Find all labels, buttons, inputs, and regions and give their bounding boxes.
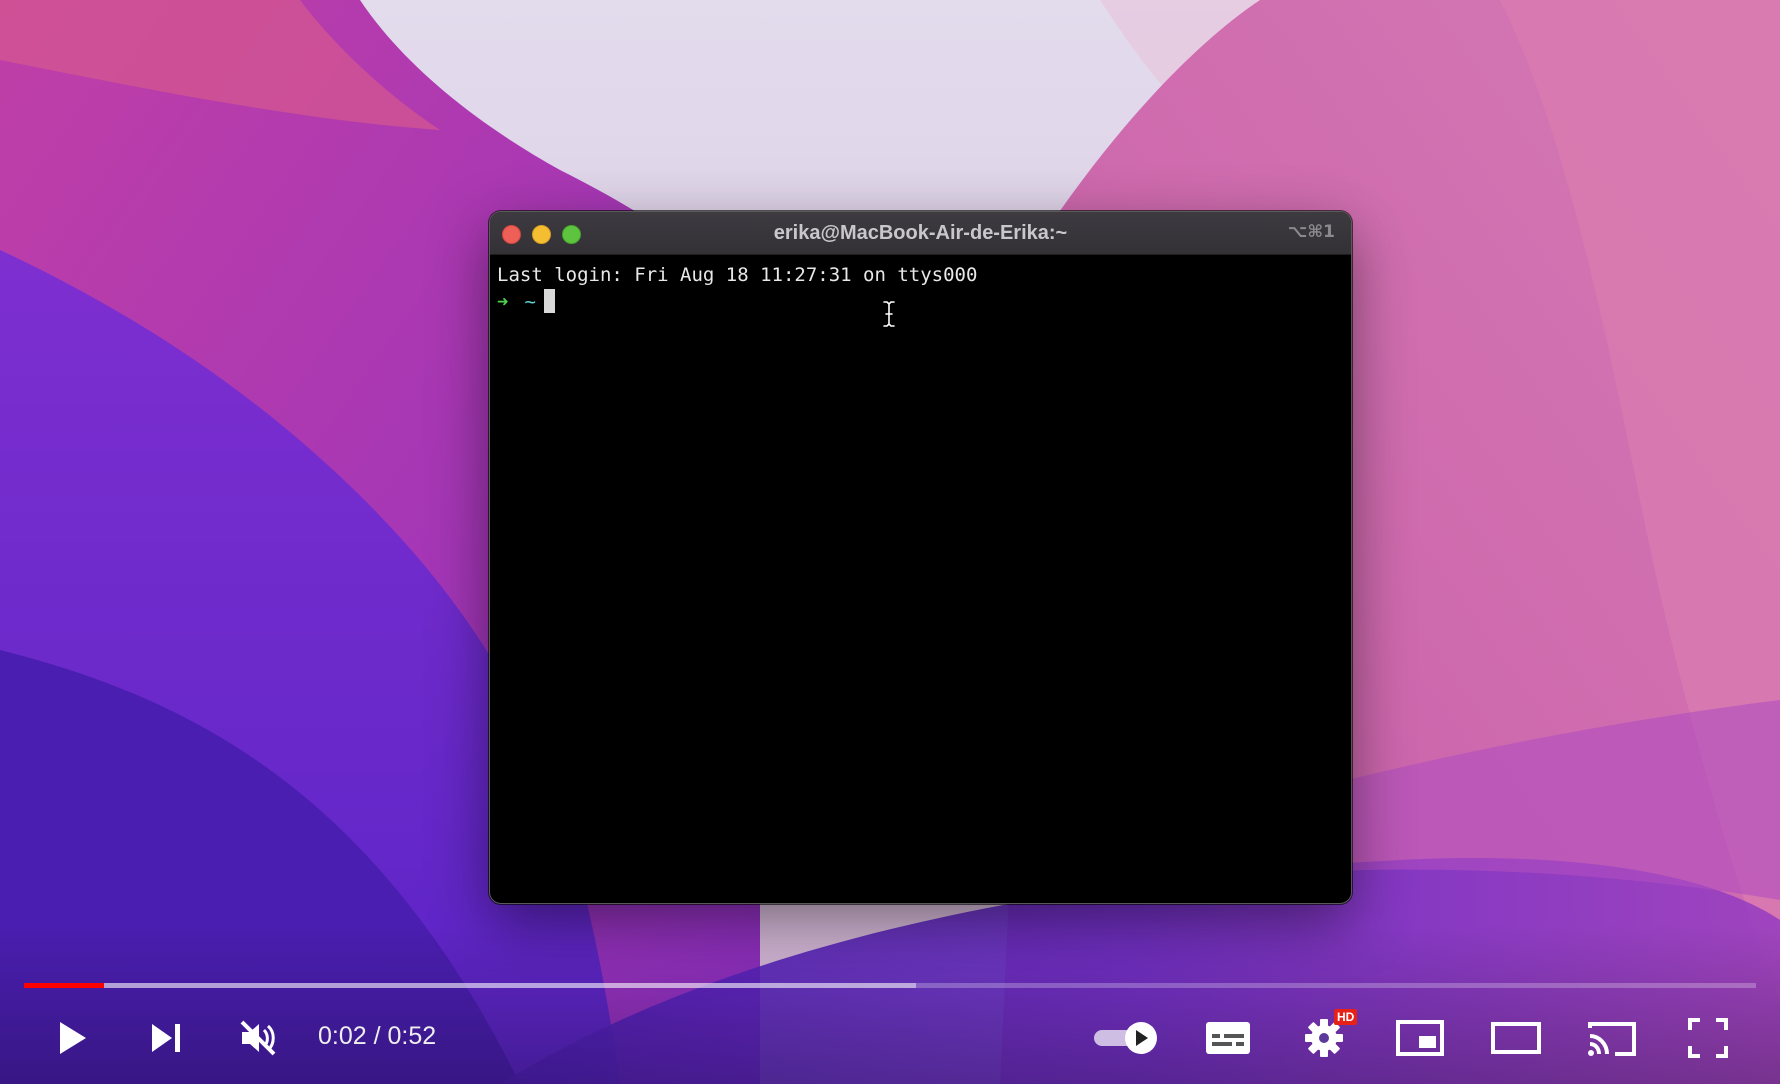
window-title: erika@MacBook-Air-de-Erika:~ <box>773 222 1068 244</box>
autoplay-toggle[interactable] <box>1088 1010 1164 1066</box>
theater-mode-button[interactable] <box>1488 1010 1544 1066</box>
hd-badge: HD <box>1334 1009 1358 1025</box>
terminal-window[interactable]: erika@MacBook-Air-de-Erika:~ ⌥⌘1 Last lo… <box>489 211 1352 904</box>
mute-button[interactable] <box>230 1010 286 1066</box>
autoplay-toggle-icon <box>1094 1022 1157 1054</box>
theater-mode-icon <box>1491 1022 1541 1054</box>
progress-buffered <box>24 983 916 988</box>
progress-bar[interactable] <box>24 983 1756 988</box>
prompt-line[interactable]: ➜ ~ <box>497 289 1344 316</box>
terminal-titlebar[interactable]: erika@MacBook-Air-de-Erika:~ ⌥⌘1 <box>490 212 1351 255</box>
cast-icon <box>1588 1022 1636 1056</box>
window-shortcut-label: ⌥⌘1 <box>1287 222 1335 242</box>
play-button[interactable] <box>42 1010 98 1066</box>
miniplayer-button[interactable] <box>1392 1010 1448 1066</box>
miniplayer-icon <box>1396 1020 1444 1056</box>
fullscreen-icon <box>1688 1018 1728 1058</box>
prompt-arrow-icon: ➜ <box>497 291 509 313</box>
text-cursor <box>543 289 555 313</box>
prompt-directory: ~ <box>524 291 536 313</box>
volume-muted-icon <box>240 1020 276 1056</box>
next-button[interactable] <box>138 1010 194 1066</box>
next-icon <box>152 1024 180 1052</box>
ibeam-cursor-icon <box>882 300 896 328</box>
progress-played <box>24 983 104 988</box>
time-display: 0:02 / 0:52 <box>318 1022 437 1050</box>
play-icon <box>60 1022 86 1054</box>
subtitles-button[interactable] <box>1200 1010 1256 1066</box>
last-login-line: Last login: Fri Aug 18 11:27:31 on ttys0… <box>497 264 978 286</box>
video-frame[interactable]: erika@MacBook-Air-de-Erika:~ ⌥⌘1 Last lo… <box>0 0 1780 1084</box>
terminal-body[interactable]: Last login: Fri Aug 18 11:27:31 on ttys0… <box>490 255 1351 323</box>
cast-button[interactable] <box>1584 1010 1640 1066</box>
subtitles-icon <box>1206 1022 1250 1054</box>
fullscreen-button[interactable] <box>1680 1010 1736 1066</box>
